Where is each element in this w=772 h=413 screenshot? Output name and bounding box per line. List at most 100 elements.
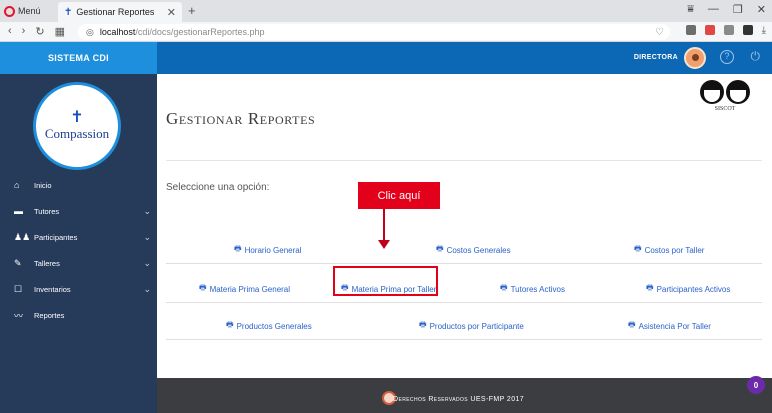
siscot-logo: SISCOT [694,80,756,120]
siscot-label: SISCOT [714,106,736,112]
siscot-faces-icon [694,80,756,104]
sidebar-item-label: Talleres [34,258,60,268]
wrench-icon: ✎ [14,257,22,268]
back-icon[interactable]: ‹ [8,25,12,38]
notification-badge[interactable]: 0 [747,376,765,394]
minimize-icon[interactable]: — [708,3,719,16]
chevron-down-icon: ⌄ [143,205,151,216]
sidebar-item-label: Tutores [34,206,60,216]
report-link-productos-generales[interactable]: 🖶 Productos Generales [226,319,312,333]
report-row: 🖶 Productos Generales 🖶 Productos por Pa… [166,310,762,340]
report-label: Materia Prima General [209,284,291,294]
heart-icon[interactable]: ♡ [655,27,664,38]
browser-menu-button[interactable]: Menú [4,4,41,18]
address-bar-row: ‹ › ↻ ▦ ◎ localhost /cdi/docs/gestionarR… [0,22,772,42]
chevron-down-icon: ⌄ [143,231,151,242]
report-row: 🖶 Materia Prima General 🖶 Materia Prima … [166,273,762,303]
report-link-productos-por-participante[interactable]: 🖶 Productos por Participante [419,319,524,333]
sidebar-item-label: Inicio [34,180,52,190]
sidebar-item-label: Inventarios [34,284,71,294]
print-icon: 🖶 [199,283,207,292]
sidebar-item-inventarios[interactable]: ☐ Inventarios ⌄ [0,276,157,302]
sidebar-item-tutores[interactable]: ▬ Tutores ⌄ [0,198,157,224]
sidebar-item-participantes[interactable]: ♟♟ Participantes ⌄ [0,224,157,250]
print-icon: 🖶 [419,320,427,329]
report-link-costos-por-taller[interactable]: 🖶 Costos por Taller [634,243,704,257]
callout-label: Clic aquí [358,182,440,209]
close-window-icon[interactable]: ✕ [757,3,766,16]
sidebar-item-label: Participantes [34,232,78,242]
avatar[interactable] [684,47,706,69]
print-icon: 🖶 [634,244,642,253]
report-label: Costos por Taller [644,245,705,255]
window-controls: ⩸ — ❐ ✕ [687,3,766,16]
download-icon[interactable]: ⤓ [762,25,766,36]
report-row: 🖶 Horario General 🖶 Costos Generales 🖶 C… [166,234,762,264]
report-link-participantes-activos[interactable]: 🖶 Participantes Activos [646,282,730,296]
url-path: /cdi/docs/gestionarReportes.php [135,27,265,37]
report-link-costos-generales[interactable]: 🖶 Costos Generales [436,243,511,257]
print-icon: 🖶 [500,283,508,292]
prompt-text: Seleccione una opción: [166,182,270,193]
logo-figure-icon: ✝ [70,109,84,126]
browser-tab[interactable]: ✝ Gestionar Reportes ✕ [58,2,182,22]
print-icon: 🖶 [234,244,242,253]
sidebar-item-reportes[interactable]: 〰 Reportes [0,302,157,328]
print-icon: 🖶 [436,244,444,253]
briefcase-icon: ▬ [14,206,23,216]
opera-logo-icon [4,5,15,17]
tab-favicon-icon: ✝ [64,6,73,18]
footer: Derechos Reservados UES-FMP 2017 [157,378,772,413]
sidebar-menu: ⌂ Inicio ▬ Tutores ⌄ ♟♟ Participantes ⌄ … [0,172,157,328]
reload-icon[interactable]: ↻ [35,25,44,38]
sidebar: SISTEMA CDI ✝ Compassion ⌂ Inicio ▬ Tuto… [0,42,157,413]
speed-dial-icon[interactable]: ▦ [55,25,65,38]
logo-text: Compassion [44,126,110,141]
report-label: Tutores Activos [510,284,565,294]
user-role[interactable]: DIRECTORA [634,54,678,61]
print-icon: 🖶 [646,283,654,292]
home-icon: ⌂ [14,180,20,190]
divider [166,160,762,161]
browser-menu-label: Menú [18,6,41,16]
users-icon: ♟♟ [14,231,31,242]
footer-text: Derechos Reservados UES-FMP 2017 [393,396,525,403]
extensions: ⤓ [685,25,766,36]
power-icon[interactable]: ⏻ [751,49,761,64]
sidebar-item-talleres[interactable]: ✎ Talleres ⌄ [0,250,157,276]
brand[interactable]: SISTEMA CDI [0,42,157,74]
report-label: Asistencia Por Taller [638,321,711,331]
report-label: Productos Generales [236,321,312,331]
shield-icon[interactable] [685,25,696,35]
forward-icon[interactable]: › [22,25,26,38]
restore-icon[interactable]: ❐ [733,3,743,16]
wallet-icon[interactable] [742,25,753,35]
highlight-box [333,266,438,296]
report-link-tutores-activos[interactable]: 🖶 Tutores Activos [500,282,565,296]
new-tab-icon[interactable]: + [188,3,196,18]
print-icon: 🖶 [226,320,234,329]
clipboard-icon: ☐ [14,283,23,294]
report-link-horario-general[interactable]: 🖶 Horario General [234,243,301,257]
sidebar-item-inicio[interactable]: ⌂ Inicio [0,172,157,198]
report-label: Productos por Participante [429,321,524,331]
top-navbar: DIRECTORA ? ⏻ [157,42,772,74]
compassion-logo: ✝ Compassion [33,82,121,170]
report-link-materia-prima-general[interactable]: 🖶 Materia Prima General [199,282,290,296]
line-chart-icon: 〰 [14,310,24,321]
tab-menu-icon[interactable]: ⩸ [687,3,694,16]
url-host: localhost [99,27,136,37]
url-field[interactable]: ◎ localhost /cdi/docs/gestionarReportes.… [78,24,670,40]
report-label: Costos Generales [446,245,511,255]
report-label: Participantes Activos [656,284,731,294]
tab-close-icon[interactable]: ✕ [167,6,176,19]
report-label: Horario General [244,245,302,255]
help-icon[interactable]: ? [720,50,734,64]
report-link-asistencia-por-taller[interactable]: 🖶 Asistencia Por Taller [628,319,711,333]
print-icon: 🖶 [628,320,636,329]
chevron-down-icon: ⌄ [143,257,151,268]
chevron-down-icon: ⌄ [143,283,151,294]
sidebar-item-label: Reportes [34,310,65,320]
extension-gray-icon[interactable] [723,25,734,35]
extension-red-icon[interactable] [704,25,715,35]
